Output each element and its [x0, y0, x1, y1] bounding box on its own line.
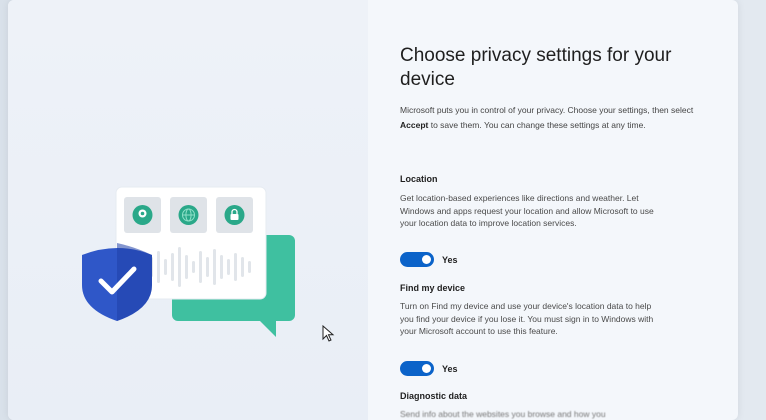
location-description: Get location-based experiences like dire… [400, 193, 654, 228]
accept-word: Accept [400, 120, 429, 130]
privacy-illustration [82, 186, 295, 337]
find-my-device-toggle-label: Yes [442, 363, 458, 374]
location-toggle-label: Yes [442, 254, 458, 265]
cursor-icon [322, 325, 335, 342]
screen: Choose privacy settings for your device … [0, 0, 766, 420]
location-toggle-row[interactable]: Yes [400, 252, 458, 267]
location-toggle[interactable] [400, 252, 434, 267]
toggle-knob [422, 364, 431, 373]
find-my-device-heading: Find my device [400, 283, 466, 293]
intro-text-before: Microsoft puts you in control of your pr… [400, 105, 694, 115]
diagnostic-heading: Diagnostic data [400, 391, 468, 401]
location-heading: Location [400, 174, 438, 184]
toggle-knob [422, 255, 431, 264]
diagnostic-description: Send info about the websites you browse … [400, 409, 606, 419]
shield-check-icon [82, 243, 152, 321]
find-my-device-toggle-row[interactable]: Yes [400, 361, 458, 376]
find-my-device-description: Turn on Find my device and use your devi… [400, 301, 654, 336]
find-my-device-toggle[interactable] [400, 361, 434, 376]
illustration-pane [8, 0, 368, 420]
location-pin-icon [132, 205, 153, 225]
lock-icon [224, 205, 245, 225]
intro-text: Microsoft puts you in control of your pr… [400, 103, 700, 133]
intro-text-after: to save them. You can change these setti… [428, 120, 646, 130]
oobe-panel: Choose privacy settings for your device … [8, 0, 738, 420]
globe-icon [178, 205, 199, 225]
page-title: Choose privacy settings for your device [400, 45, 672, 90]
settings-pane: Choose privacy settings for your device … [400, 0, 730, 420]
